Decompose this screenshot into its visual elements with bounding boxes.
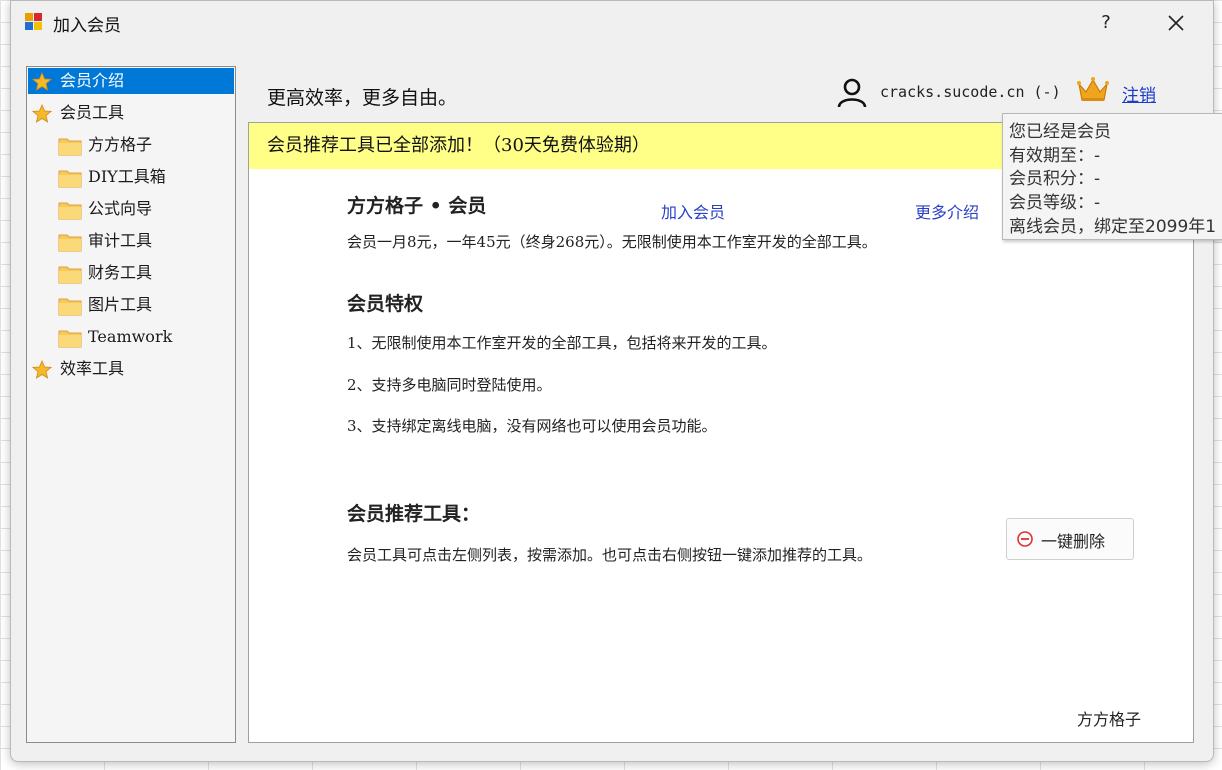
- star-icon: [32, 360, 52, 379]
- one-click-delete-button[interactable]: 一键删除: [1006, 518, 1134, 560]
- sidebar-item-label: 会员工具: [60, 103, 125, 122]
- tooltip-line: 会员等级：-: [1009, 193, 1101, 213]
- window-title: 加入会员: [53, 16, 121, 36]
- remove-circle-icon: [1017, 531, 1033, 547]
- member-dialog: 加入会员 ? 会员介绍 会员工具 方方格子 DIY工具箱 公式向导 审计工具 财…: [10, 0, 1222, 762]
- slogan-text: 更高效率，更多自由。: [267, 87, 458, 109]
- join-member-link[interactable]: 加入会员: [661, 199, 725, 223]
- username: cracks.sucode.cn (-): [880, 83, 1061, 101]
- tooltip-line: 您已经是会员: [1009, 122, 1111, 142]
- sidebar-item-image[interactable]: 图片工具: [28, 292, 234, 318]
- sidebar-item-label: 方方格子: [88, 135, 153, 154]
- sidebar-item-label: DIY工具箱: [88, 167, 166, 186]
- sidebar-item-label: Teamwork: [88, 327, 173, 346]
- member-info-tooltip: 您已经是会员 有效期至：- 会员积分：- 会员等级：- 离线会员，绑定至2099…: [1002, 113, 1222, 240]
- help-button[interactable]: ?: [1084, 7, 1128, 39]
- more-info-link[interactable]: 更多介绍: [915, 199, 979, 223]
- tooltip-line: 会员积分：-: [1009, 169, 1101, 189]
- privilege-item: 1、无限制使用本工作室开发的全部工具，包括将来开发的工具。: [347, 334, 777, 352]
- crown-icon[interactable]: [1077, 76, 1109, 104]
- sidebar-item-fangfang[interactable]: 方方格子: [28, 132, 234, 158]
- sidebar-item-member-intro[interactable]: 会员介绍: [28, 68, 234, 94]
- sidebar-item-label: 公式向导: [88, 199, 153, 218]
- folder-icon: [58, 170, 82, 188]
- sidebar-item-label: 会员介绍: [60, 71, 125, 90]
- folder-icon: [58, 234, 82, 252]
- delete-button-label: 一键删除: [1041, 532, 1106, 551]
- close-icon: [1168, 15, 1184, 31]
- sidebar-item-label: 图片工具: [88, 295, 153, 314]
- folder-icon: [58, 298, 82, 316]
- sidebar-item-label: 审计工具: [88, 231, 153, 250]
- star-icon: [32, 72, 52, 91]
- product-title: 方方格子 • 会员: [347, 195, 487, 217]
- privilege-item: 3、支持绑定离线电脑，没有网络也可以使用会员功能。: [347, 417, 717, 435]
- banner-text: 会员推荐工具已全部添加！（30天免费体验期）: [267, 135, 650, 156]
- folder-icon: [58, 330, 82, 348]
- sidebar-item-teamwork[interactable]: Teamwork: [28, 324, 234, 350]
- star-icon: [32, 104, 52, 123]
- sidebar-item-member-tools[interactable]: 会员工具: [28, 100, 234, 126]
- recommend-text: 会员工具可点击左侧列表，按需添加。也可点击右侧按钮一键添加推荐的工具。: [347, 546, 873, 564]
- sidebar-item-audit[interactable]: 审计工具: [28, 228, 234, 254]
- sidebar-item-label: 财务工具: [88, 263, 153, 282]
- title-bar: 加入会员 ?: [11, 1, 1213, 45]
- footer-brand: 方方格子: [1076, 710, 1141, 729]
- close-button[interactable]: [1154, 7, 1198, 39]
- folder-icon: [58, 138, 82, 156]
- price-text: 会员一月8元，一年45元（终身268元）。无限制使用本工作室开发的全部工具。: [347, 233, 877, 251]
- user-icon: [837, 78, 867, 108]
- sidebar-item-formula[interactable]: 公式向导: [28, 196, 234, 222]
- sidebar-tree: 会员介绍 会员工具 方方格子 DIY工具箱 公式向导 审计工具 财务工具 图片工…: [26, 66, 236, 743]
- app-logo-icon: [25, 13, 43, 31]
- sidebar-item-finance[interactable]: 财务工具: [28, 260, 234, 286]
- folder-icon: [58, 266, 82, 284]
- privilege-item: 2、支持多电脑同时登陆使用。: [347, 376, 552, 394]
- recommend-title: 会员推荐工具：: [347, 503, 481, 525]
- sidebar-item-label: 效率工具: [60, 359, 125, 378]
- tooltip-line: 有效期至：-: [1009, 146, 1101, 166]
- logout-link[interactable]: 注销: [1122, 81, 1156, 106]
- folder-icon: [58, 202, 82, 220]
- sidebar-item-efficiency[interactable]: 效率工具: [28, 356, 234, 382]
- privilege-title: 会员特权: [347, 293, 424, 315]
- sidebar-item-diy[interactable]: DIY工具箱: [28, 164, 234, 190]
- tooltip-line: 离线会员，绑定至2099年1: [1009, 217, 1217, 237]
